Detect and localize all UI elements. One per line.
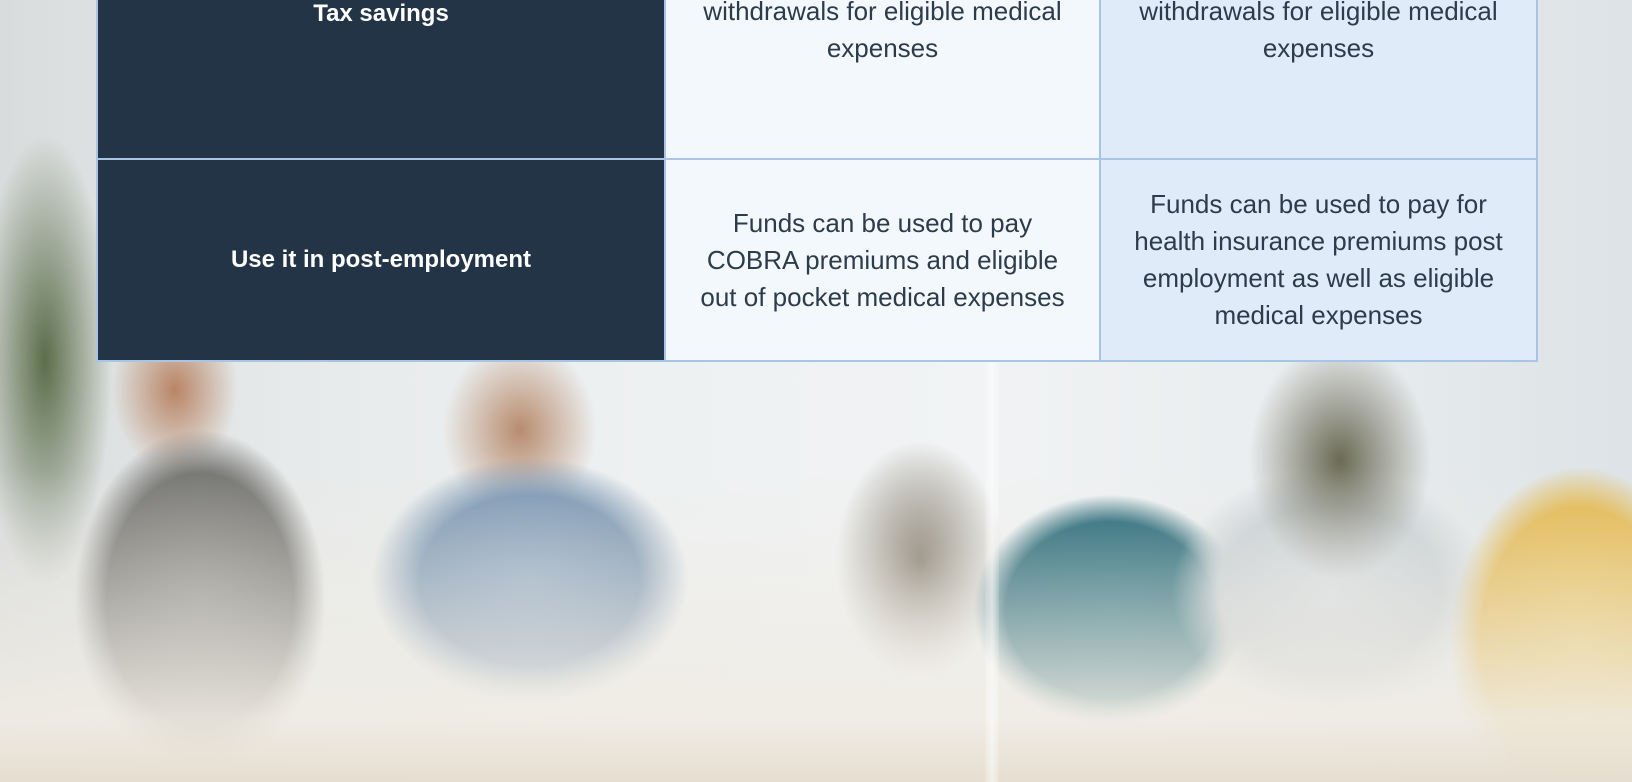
- table-row: Tax savings Contributions, earnings and …: [96, 0, 1538, 160]
- row-label-tax-savings: Tax savings: [96, 0, 666, 160]
- table-cell: Funds can be used to pay COBRA premiums …: [664, 158, 1101, 362]
- table-cell: Contributions, earnings and withdrawals …: [1099, 0, 1538, 160]
- page: Tax savings Contributions, earnings and …: [0, 0, 1632, 782]
- table-cell: Contributions, earnings and withdrawals …: [664, 0, 1101, 160]
- table-row: Use it in post-employment Funds can be u…: [96, 158, 1538, 362]
- row-label-post-employment: Use it in post-employment: [96, 158, 666, 362]
- table-cell: Funds can be used to pay for health insu…: [1099, 158, 1538, 362]
- glass-partition: [985, 310, 999, 782]
- comparison-table: Tax savings Contributions, earnings and …: [96, 0, 1538, 362]
- comparison-table-container: Tax savings Contributions, earnings and …: [96, 0, 1538, 362]
